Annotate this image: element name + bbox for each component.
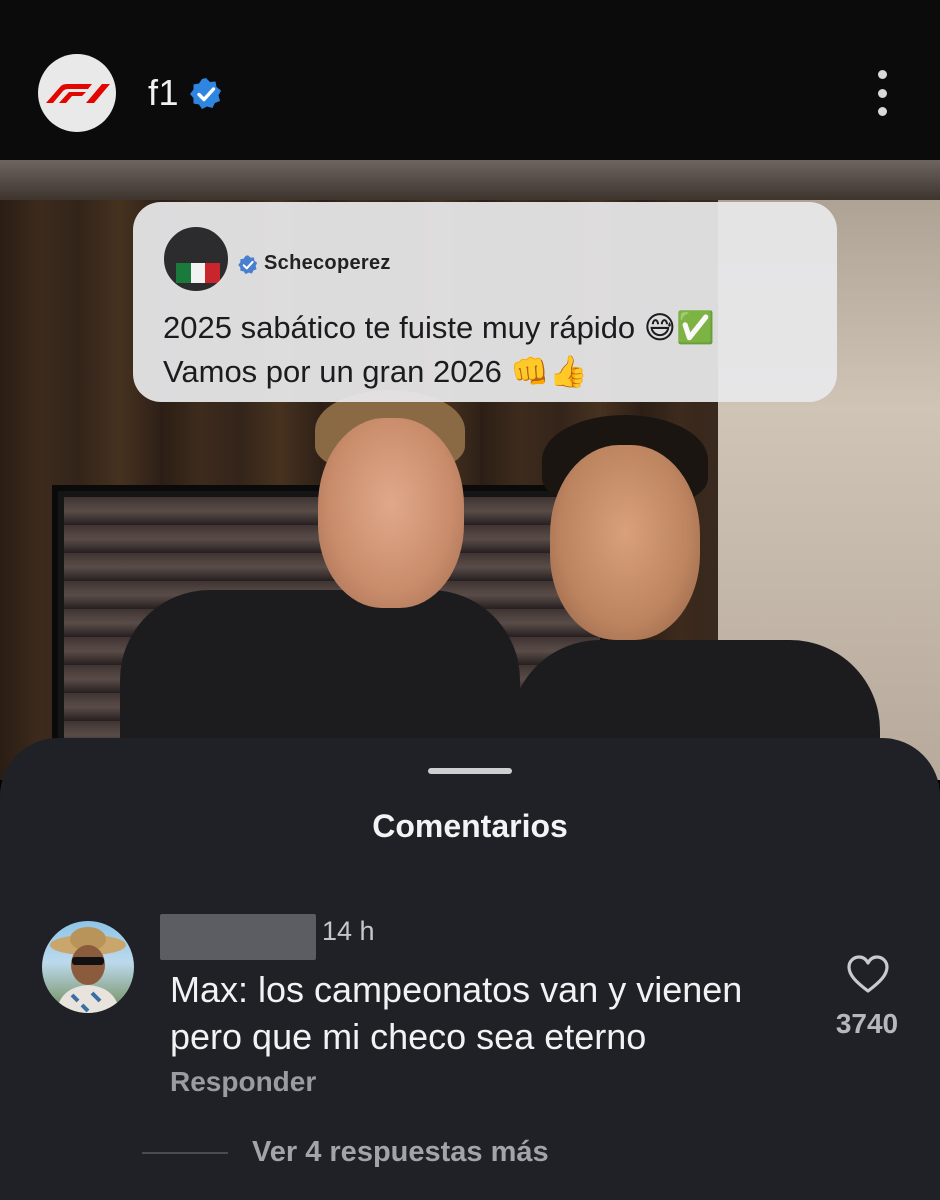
quoted-text-line: 2025 sabático te fuiste muy rápido 😅✅ [163, 310, 715, 345]
quoted-author-avatar [161, 224, 231, 294]
comments-sheet: Comentarios 14 h Max: los campeonatos va… [0, 738, 940, 1200]
verified-badge-icon [238, 255, 258, 275]
comment-timestamp: 14 h [322, 916, 375, 946]
divider [142, 1152, 228, 1154]
verified-badge-icon [190, 78, 221, 109]
dot [877, 70, 887, 79]
person-with-hat-icon [50, 927, 126, 1013]
reply-button[interactable]: Responder [170, 1066, 316, 1098]
view-more-replies-button[interactable]: Ver 4 respuestas más [252, 1136, 549, 1169]
dot [877, 107, 887, 116]
heart-icon[interactable] [846, 954, 890, 994]
f1-logo-icon [46, 84, 110, 103]
commenter-avatar[interactable] [42, 921, 134, 1013]
profile-avatar[interactable] [38, 54, 116, 132]
dot [877, 88, 887, 98]
like-count: 3740 [835, 1008, 899, 1039]
comment-text: Max: los campeonatos van y vienen pero q… [170, 969, 743, 1057]
commenter-username-redacted[interactable] [160, 914, 316, 960]
more-options-button[interactable] [870, 70, 894, 116]
quoted-text-line: Vamos por un gran 2026 👊👍 [163, 354, 588, 389]
quoted-post-card: Schecoperez 2025 sabático te fuiste muy … [133, 202, 837, 402]
comments-title: Comentarios [372, 808, 568, 844]
quoted-text: 2025 sabático te fuiste muy rápido 😅✅ Va… [163, 306, 823, 394]
post-header: f1 [0, 0, 940, 160]
ceiling [0, 160, 940, 200]
drag-handle[interactable] [428, 768, 512, 774]
mexico-flag-icon [176, 263, 221, 283]
quoted-author-name: Schecoperez [264, 252, 391, 274]
account-username[interactable]: f1 [148, 72, 179, 114]
